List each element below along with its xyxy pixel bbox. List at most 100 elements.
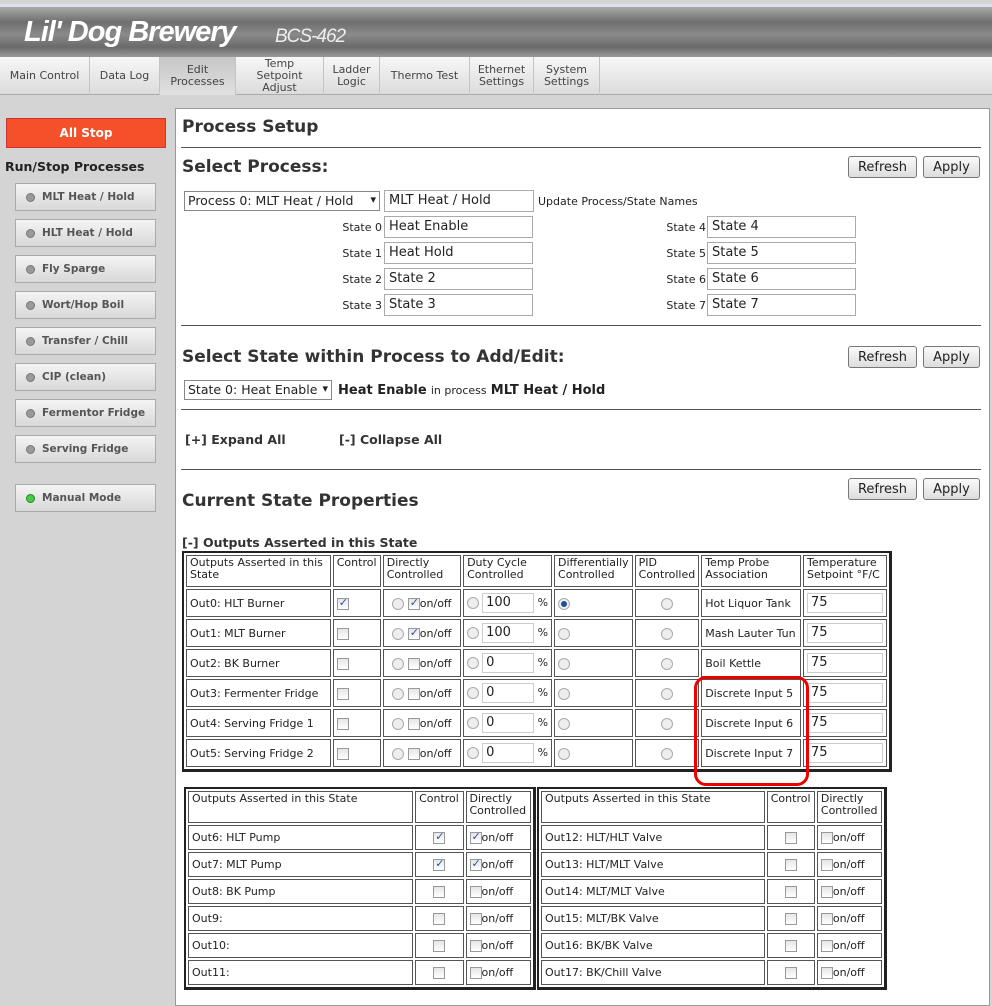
direct-radio[interactable] <box>392 597 405 610</box>
control-checkbox[interactable] <box>433 940 446 952</box>
direct-checkbox[interactable] <box>407 747 420 760</box>
state-name-input[interactable]: Heat Enable <box>384 216 533 238</box>
all-stop-button[interactable]: All Stop <box>6 118 166 148</box>
direct-checkbox[interactable] <box>820 913 833 925</box>
duty-input[interactable]: 100 <box>482 593 535 613</box>
probe-association[interactable]: Hot Liquor Tank <box>701 589 801 617</box>
direct-checkbox[interactable] <box>407 687 420 700</box>
duty-input[interactable]: 0 <box>482 713 535 733</box>
apply-button[interactable]: Apply <box>923 478 980 500</box>
outputs-section-toggle[interactable]: [-] Outputs Asserted in this State <box>182 535 417 550</box>
control-checkbox[interactable] <box>784 913 797 925</box>
direct-checkbox[interactable] <box>469 967 482 979</box>
state-name-input[interactable]: State 4 <box>707 216 856 238</box>
expand-all-link[interactable]: [+] Expand All <box>185 432 286 447</box>
control-checkbox[interactable] <box>784 967 797 979</box>
nav-tab[interactable]: Main Control <box>0 57 90 95</box>
refresh-button[interactable]: Refresh <box>848 156 917 178</box>
duty-input[interactable]: 0 <box>482 653 535 673</box>
nav-tab[interactable]: Ethernet Settings <box>470 57 534 95</box>
duty-input[interactable]: 0 <box>482 683 535 703</box>
direct-checkbox[interactable] <box>469 940 482 952</box>
direct-checkbox[interactable] <box>820 940 833 952</box>
refresh-button[interactable]: Refresh <box>848 478 917 500</box>
differential-radio[interactable] <box>558 627 571 640</box>
setpoint-input[interactable]: 75 <box>806 743 883 763</box>
control-checkbox[interactable] <box>784 886 797 898</box>
control-checkbox[interactable] <box>784 859 797 871</box>
direct-radio[interactable] <box>392 747 405 760</box>
control-checkbox[interactable] <box>433 857 446 871</box>
control-checkbox[interactable] <box>336 627 349 640</box>
process-name-input[interactable]: MLT Heat / Hold <box>384 190 534 212</box>
state-select[interactable]: State 0: Heat Enable <box>184 380 332 400</box>
direct-radio[interactable] <box>392 627 405 640</box>
differential-radio[interactable] <box>558 657 571 670</box>
setpoint-input[interactable]: 75 <box>806 593 883 613</box>
direct-checkbox[interactable] <box>820 859 833 871</box>
differential-radio[interactable] <box>558 687 571 700</box>
nav-tab[interactable]: Temp Setpoint Adjust <box>236 57 324 95</box>
duty-radio[interactable] <box>467 597 480 609</box>
control-checkbox[interactable] <box>336 717 349 730</box>
setpoint-input[interactable]: 75 <box>806 623 883 643</box>
differential-radio[interactable] <box>558 597 571 610</box>
pid-radio[interactable] <box>660 627 673 640</box>
direct-checkbox[interactable] <box>820 886 833 898</box>
direct-checkbox[interactable] <box>469 830 482 844</box>
process-button[interactable]: Fermentor Fridge <box>15 399 156 427</box>
nav-tab[interactable]: Data Log <box>90 57 160 95</box>
direct-checkbox[interactable] <box>469 857 482 871</box>
process-button[interactable]: Fly Sparge <box>15 255 156 283</box>
probe-association[interactable]: Boil Kettle <box>701 649 801 677</box>
direct-radio[interactable] <box>392 717 405 730</box>
direct-radio[interactable] <box>392 657 405 670</box>
manual-mode-button[interactable]: Manual Mode <box>15 484 156 512</box>
process-button[interactable]: CIP (clean) <box>15 363 156 391</box>
duty-radio[interactable] <box>467 657 480 669</box>
duty-radio[interactable] <box>467 717 480 729</box>
state-name-input[interactable]: State 2 <box>384 268 533 290</box>
apply-button[interactable]: Apply <box>923 156 980 178</box>
nav-tab[interactable]: Ladder Logic <box>324 57 380 95</box>
direct-checkbox[interactable] <box>407 596 420 610</box>
control-checkbox[interactable] <box>433 913 446 925</box>
process-button[interactable]: Transfer / Chill <box>15 327 156 355</box>
nav-tab[interactable]: Edit Processes <box>160 57 236 95</box>
nav-tab[interactable]: Thermo Test <box>380 57 470 95</box>
process-button[interactable]: Wort/Hop Boil <box>15 291 156 319</box>
nav-tab[interactable]: System Settings <box>534 57 600 95</box>
duty-radio[interactable] <box>467 627 480 639</box>
state-name-input[interactable]: State 6 <box>707 268 856 290</box>
process-button[interactable]: MLT Heat / Hold <box>15 183 156 211</box>
pid-radio[interactable] <box>660 657 673 670</box>
pid-radio[interactable] <box>660 717 673 730</box>
state-name-input[interactable]: Heat Hold <box>384 242 533 264</box>
pid-radio[interactable] <box>660 597 673 610</box>
duty-input[interactable]: 100 <box>482 623 535 643</box>
state-name-input[interactable]: State 5 <box>707 242 856 264</box>
control-checkbox[interactable] <box>433 886 446 898</box>
control-checkbox[interactable] <box>784 940 797 952</box>
control-checkbox[interactable] <box>336 657 349 670</box>
pid-radio[interactable] <box>660 747 673 760</box>
setpoint-input[interactable]: 75 <box>806 653 883 673</box>
refresh-button[interactable]: Refresh <box>848 346 917 368</box>
control-checkbox[interactable] <box>433 830 446 844</box>
control-checkbox[interactable] <box>336 596 349 610</box>
state-name-input[interactable]: State 7 <box>707 294 856 316</box>
direct-checkbox[interactable] <box>407 717 420 730</box>
duty-input[interactable]: 0 <box>482 743 535 763</box>
process-button[interactable]: HLT Heat / Hold <box>15 219 156 247</box>
differential-radio[interactable] <box>558 717 571 730</box>
control-checkbox[interactable] <box>336 687 349 700</box>
direct-checkbox[interactable] <box>407 657 420 670</box>
direct-checkbox[interactable] <box>820 967 833 979</box>
duty-radio[interactable] <box>467 687 480 699</box>
direct-checkbox[interactable] <box>820 832 833 844</box>
direct-checkbox[interactable] <box>407 626 420 640</box>
collapse-all-link[interactable]: [-] Collapse All <box>339 432 442 447</box>
control-checkbox[interactable] <box>336 747 349 760</box>
pid-radio[interactable] <box>660 687 673 700</box>
duty-radio[interactable] <box>467 747 480 759</box>
